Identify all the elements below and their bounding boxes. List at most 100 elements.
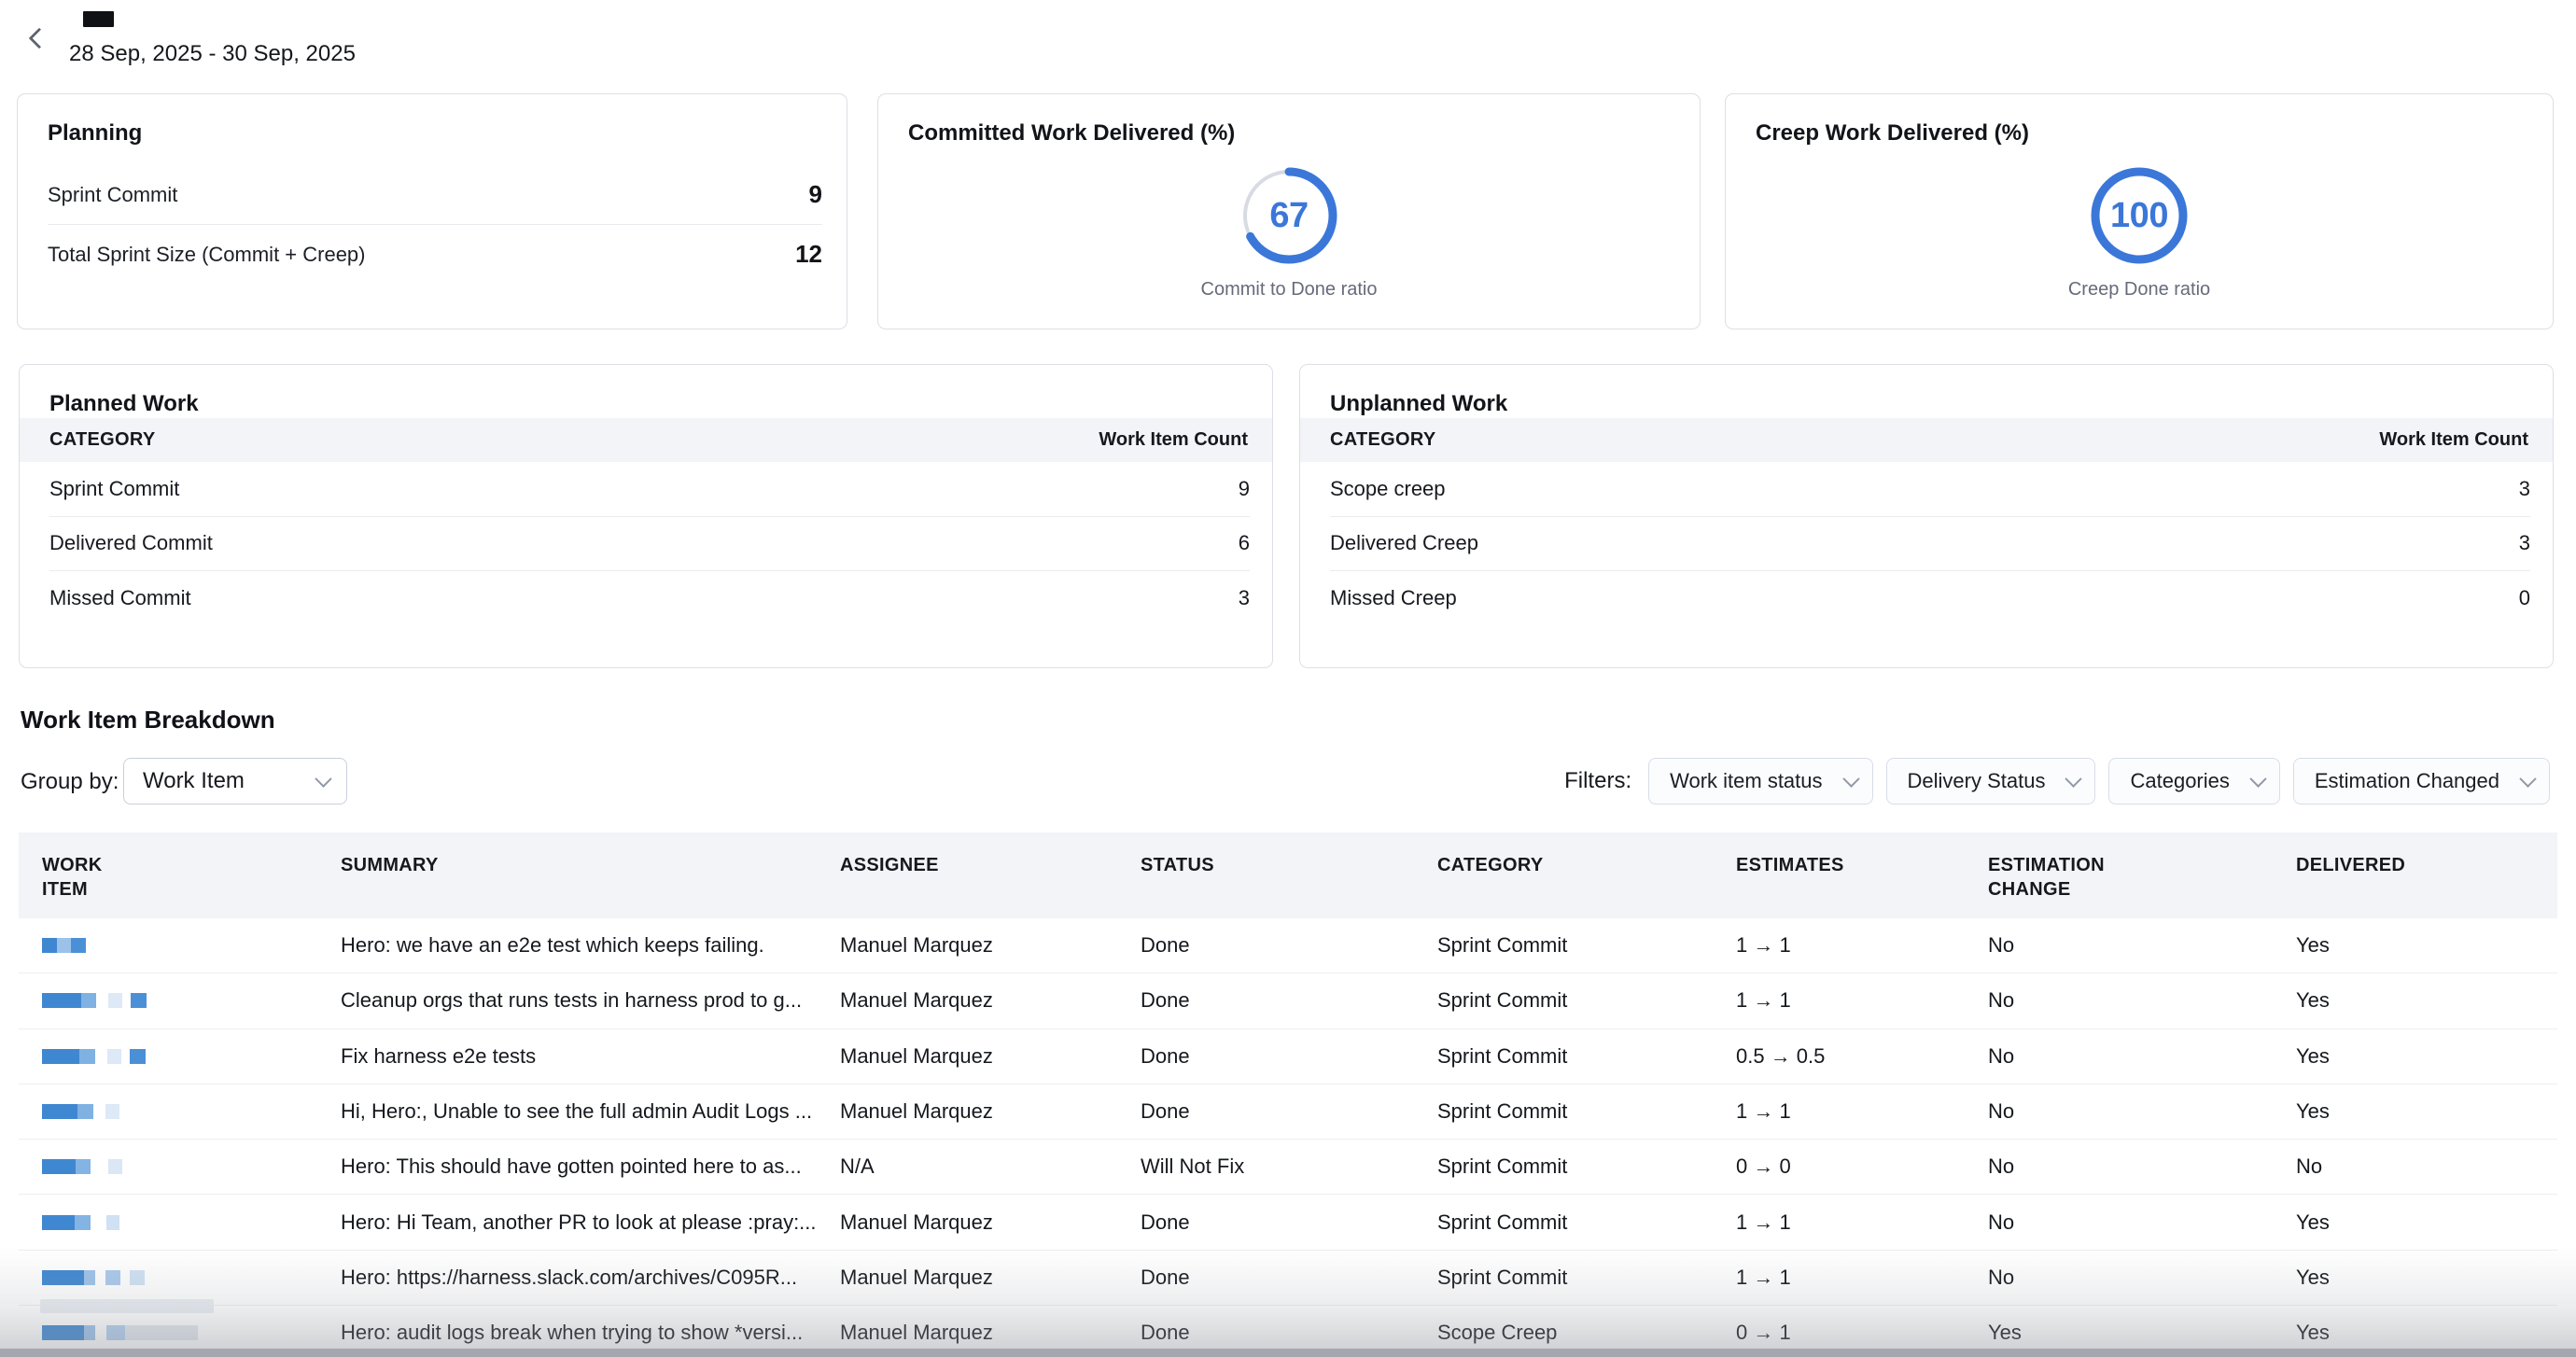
- creep-work-card: Creep Work Delivered (%) 100 Creep Done …: [1725, 93, 2554, 329]
- cell-estimation-change: No: [1988, 1140, 2296, 1195]
- cell-delivered: Yes: [2296, 1084, 2557, 1140]
- cell-work-item-redacted[interactable]: [19, 1195, 341, 1250]
- count-cell: 3: [2519, 531, 2530, 555]
- category-count-row: Missed Commit3: [49, 570, 1250, 625]
- cell-summary: Hero: audit logs break when trying to sh…: [341, 1306, 840, 1357]
- cell-work-item-redacted[interactable]: [19, 1084, 341, 1140]
- count-cell: 3: [2519, 477, 2530, 501]
- filter-work-item-status[interactable]: Work item status: [1648, 758, 1872, 804]
- filters-label: Filters:: [1564, 768, 1631, 794]
- cell-status: Done: [1141, 1251, 1437, 1306]
- cell-delivered: Yes: [2296, 973, 2557, 1028]
- cell-estimates: 1 → 1: [1736, 1251, 1988, 1306]
- cell-assignee: N/A: [840, 1140, 1141, 1195]
- filter-delivery-status[interactable]: Delivery Status: [1886, 758, 2096, 804]
- redacted-bar: [40, 1299, 214, 1313]
- committed-gauge-value: 67: [1239, 165, 1339, 266]
- cell-work-item-redacted[interactable]: [19, 918, 341, 973]
- cell-status: Done: [1141, 1029, 1437, 1084]
- cell-assignee: Manuel Marquez: [840, 1306, 1141, 1357]
- cell-category: Sprint Commit: [1437, 1084, 1736, 1140]
- cell-work-item-redacted[interactable]: [19, 1306, 341, 1357]
- cell-delivered: Yes: [2296, 918, 2557, 973]
- filter-estimation-changed[interactable]: Estimation Changed: [2293, 758, 2550, 804]
- cell-category: Sprint Commit: [1437, 1140, 1736, 1195]
- column-header-status: STATUS: [1141, 832, 1437, 918]
- planned-category-header: CATEGORY: [49, 429, 156, 451]
- cell-status: Will Not Fix: [1141, 1140, 1437, 1195]
- committed-work-card: Committed Work Delivered (%) 67 Commit t…: [877, 93, 1701, 329]
- creep-gauge: 100: [2089, 165, 2190, 266]
- column-header-assignee: ASSIGNEE: [840, 832, 1141, 918]
- planning-row-value: 12: [795, 240, 822, 269]
- column-header-summary: SUMMARY: [341, 832, 840, 918]
- committed-gauge-caption: Commit to Done ratio: [878, 279, 1700, 301]
- group-by-value: Work Item: [143, 768, 245, 794]
- cell-assignee: Manuel Marquez: [840, 1084, 1141, 1140]
- category-cell: Missed Creep: [1330, 586, 1457, 610]
- cell-category: Sprint Commit: [1437, 1251, 1736, 1306]
- planning-card-title: Planning: [48, 120, 822, 147]
- cell-estimation-change: No: [1988, 1029, 2296, 1084]
- cell-summary: Hero: https://harness.slack.com/archives…: [341, 1251, 840, 1306]
- category-count-row: Sprint Commit9: [49, 462, 1250, 516]
- category-count-row: Delivered Commit 6: [49, 516, 1250, 571]
- work-item-table: WORK ITEMSUMMARYASSIGNEESTATUSCATEGORYES…: [19, 832, 2557, 1357]
- cell-work-item-redacted[interactable]: [19, 1029, 341, 1084]
- creep-card-title: Creep Work Delivered (%): [1756, 120, 2523, 147]
- cell-category: Sprint Commit: [1437, 1195, 1736, 1250]
- unplanned-work-card: Unplanned Work CATEGORY Work Item Count …: [1299, 364, 2554, 668]
- cell-estimates: 1 → 1: [1736, 1084, 1988, 1140]
- cell-work-item-redacted[interactable]: [19, 1251, 341, 1306]
- cell-summary: Cleanup orgs that runs tests in harness …: [341, 973, 840, 1028]
- cell-work-item-redacted[interactable]: [19, 1140, 341, 1195]
- redacted-work-item-id: [42, 1215, 119, 1230]
- cell-assignee: Manuel Marquez: [840, 1251, 1141, 1306]
- cell-delivered: Yes: [2296, 1251, 2557, 1306]
- column-header-estimates: ESTIMATES: [1736, 832, 1988, 918]
- cell-status: Done: [1141, 973, 1437, 1028]
- redacted-work-item-id: [42, 1159, 122, 1174]
- planning-row: Sprint Commit9: [48, 165, 822, 224]
- cell-work-item-redacted[interactable]: [19, 973, 341, 1028]
- cell-category: Sprint Commit: [1437, 918, 1736, 973]
- group-by-select[interactable]: Work Item: [123, 758, 347, 804]
- cell-estimation-change: No: [1988, 1195, 2296, 1250]
- cell-category: Sprint Commit: [1437, 973, 1736, 1028]
- chevron-left-icon: [29, 28, 50, 49]
- count-cell: 9: [1239, 477, 1250, 501]
- committed-gauge: 67: [1239, 165, 1339, 266]
- category-count-row: Scope creep3: [1330, 462, 2530, 516]
- cell-estimation-change: Yes: [1988, 1306, 2296, 1357]
- category-cell: Delivered Commit: [49, 531, 213, 555]
- redacted-work-item-id: [42, 938, 86, 953]
- column-header-work-item: WORK ITEM: [19, 832, 341, 918]
- redacted-work-item-id: [42, 1270, 145, 1285]
- planning-rows: Sprint Commit9Total Sprint Size (Commit …: [48, 165, 822, 284]
- cell-status: Done: [1141, 1306, 1437, 1357]
- cell-estimation-change: No: [1988, 1251, 2296, 1306]
- category-cell: Delivered Creep: [1330, 531, 1478, 555]
- chevron-down-icon: [1842, 770, 1859, 787]
- cell-category: Scope Creep: [1437, 1306, 1736, 1357]
- cell-delivered: Yes: [2296, 1306, 2557, 1357]
- cell-status: Done: [1141, 918, 1437, 973]
- category-count-row: Delivered Creep 3: [1330, 516, 2530, 571]
- filters-bar: Filters: Work item status Delivery Status…: [1564, 758, 2550, 804]
- count-cell: 6: [1239, 531, 1250, 555]
- chevron-down-icon: [315, 770, 331, 787]
- filter-label: Categories: [2130, 769, 2229, 793]
- sprint-report-page: 28 Sep, 2025 - 30 Sep, 2025 Planning Spr…: [0, 0, 2576, 1357]
- cell-category: Sprint Commit: [1437, 1029, 1736, 1084]
- redacted-work-item-id: [42, 1104, 119, 1119]
- chevron-down-icon: [2065, 770, 2082, 787]
- creep-gauge-caption: Creep Done ratio: [1726, 279, 2553, 301]
- redacted-work-item-id: [42, 993, 147, 1008]
- sprint-date-range: 28 Sep, 2025 - 30 Sep, 2025: [69, 41, 356, 67]
- cell-estimates: 0.5 → 0.5: [1736, 1029, 1988, 1084]
- back-button[interactable]: [24, 26, 49, 50]
- planned-work-rows: Sprint Commit9 Delivered Commit 6 Missed Co…: [20, 462, 1272, 625]
- planning-row-value: 9: [809, 180, 822, 209]
- filter-categories[interactable]: Categories: [2108, 758, 2279, 804]
- cell-delivered: Yes: [2296, 1195, 2557, 1250]
